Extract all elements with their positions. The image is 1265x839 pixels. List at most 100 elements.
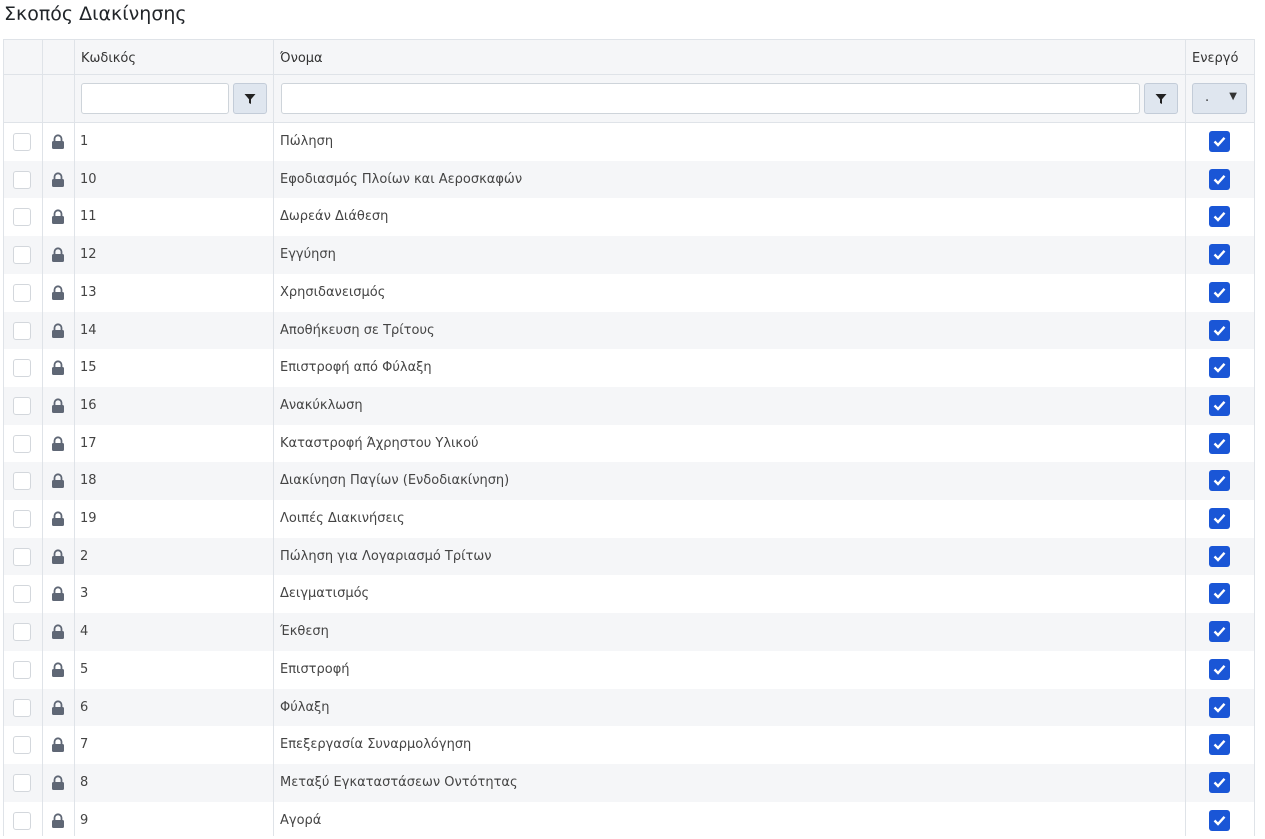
active-filter-select[interactable]: . ▼ <box>1192 83 1247 114</box>
cell-code[interactable]: 9 <box>80 813 88 828</box>
row-select-checkbox[interactable] <box>13 434 31 453</box>
cell-code[interactable]: 8 <box>80 775 88 790</box>
cell-name[interactable]: Δωρεάν Διάθεση <box>280 209 388 224</box>
active-checkbox[interactable] <box>1209 696 1230 718</box>
table-row[interactable]: 17 Καταστροφή Άχρηστου Υλικού <box>3 425 1254 463</box>
table-row[interactable]: 6 Φύλαξη <box>3 688 1254 727</box>
row-select-checkbox[interactable] <box>13 133 31 151</box>
table-row[interactable]: 14 Αποθήκευση σε Τρίτους <box>3 311 1254 350</box>
cell-name[interactable]: Φύλαξη <box>280 700 330 715</box>
column-header-name[interactable]: Όνομα <box>280 51 323 66</box>
row-select-checkbox[interactable] <box>13 283 31 302</box>
row-select-checkbox[interactable] <box>13 246 31 265</box>
cell-code[interactable]: 17 <box>80 436 97 451</box>
active-checkbox[interactable] <box>1209 545 1230 567</box>
table-row[interactable]: 15 Επιστροφή από Φύλαξη <box>3 349 1254 387</box>
row-select-checkbox[interactable] <box>13 472 31 491</box>
table-row[interactable]: 10 Εφοδιασμός Πλοίων και Αεροσκαφών <box>3 160 1254 199</box>
table-row[interactable]: 4 Έκθεση <box>3 613 1254 651</box>
table-row[interactable]: 18 Διακίνηση Παγίων (Ενδοδιακίνηση) <box>3 462 1254 500</box>
row-select-checkbox[interactable] <box>13 736 31 755</box>
row-select-checkbox[interactable] <box>13 321 31 340</box>
row-select-checkbox[interactable] <box>13 623 31 642</box>
cell-code[interactable]: 15 <box>80 360 97 375</box>
table-row[interactable]: 7 Επεξεργασία Συναρμολόγηση <box>3 726 1254 764</box>
cell-name[interactable]: Επεξεργασία Συναρμολόγηση <box>280 737 471 752</box>
active-checkbox[interactable] <box>1209 470 1230 492</box>
row-select-checkbox[interactable] <box>13 660 31 679</box>
cell-name[interactable]: Επιστροφή <box>280 662 350 677</box>
cell-code[interactable]: 2 <box>80 549 88 564</box>
cell-name[interactable]: Μεταξύ Εγκαταστάσεων Οντότητας <box>280 775 518 790</box>
row-select-checkbox[interactable] <box>13 170 31 189</box>
cell-code[interactable]: 16 <box>80 398 97 413</box>
cell-name[interactable]: Επιστροφή από Φύλαξη <box>280 360 432 375</box>
row-select-checkbox[interactable] <box>13 773 31 792</box>
table-row[interactable]: 3 Δειγματισμός <box>3 575 1254 613</box>
cell-code[interactable]: 11 <box>80 209 97 224</box>
cell-code[interactable]: 3 <box>80 586 88 601</box>
cell-code[interactable]: 14 <box>80 323 97 338</box>
active-checkbox[interactable] <box>1209 734 1230 756</box>
cell-code[interactable]: 10 <box>80 172 97 187</box>
cell-name[interactable]: Αποθήκευση σε Τρίτους <box>280 323 435 338</box>
active-checkbox[interactable] <box>1209 281 1230 303</box>
cell-name[interactable]: Ανακύκλωση <box>280 398 363 413</box>
code-filter-button[interactable] <box>233 83 267 114</box>
cell-name[interactable]: Αγορά <box>280 813 321 828</box>
row-select-checkbox[interactable] <box>13 208 31 227</box>
cell-name[interactable]: Έκθεση <box>280 624 329 639</box>
active-checkbox[interactable] <box>1209 583 1230 605</box>
active-checkbox[interactable] <box>1209 206 1230 228</box>
table-row[interactable]: 13 Χρησιδανεισμός <box>3 274 1254 312</box>
column-header-code[interactable]: Κωδικός <box>81 51 136 66</box>
active-checkbox[interactable] <box>1209 508 1230 529</box>
active-checkbox[interactable] <box>1209 658 1230 680</box>
table-row[interactable]: 11 Δωρεάν Διάθεση <box>3 198 1254 236</box>
cell-code[interactable]: 7 <box>80 737 88 752</box>
cell-name[interactable]: Λοιπές Διακινήσεις <box>280 511 405 526</box>
table-row[interactable]: 16 Ανακύκλωση <box>3 386 1254 425</box>
cell-name[interactable]: Πώληση για Λογαριασμό Τρίτων <box>280 549 492 564</box>
cell-code[interactable]: 4 <box>80 624 88 639</box>
table-row[interactable]: 9 Αγορά <box>3 802 1254 839</box>
table-row[interactable]: 1 Πώληση <box>3 123 1254 161</box>
active-checkbox[interactable] <box>1209 771 1230 793</box>
active-checkbox[interactable] <box>1209 168 1230 190</box>
cell-name[interactable]: Εφοδιασμός Πλοίων και Αεροσκαφών <box>280 172 522 187</box>
cell-name[interactable]: Πώληση <box>280 134 333 149</box>
row-select-checkbox[interactable] <box>13 547 31 566</box>
row-select-checkbox[interactable] <box>13 510 31 528</box>
active-checkbox[interactable] <box>1209 621 1230 643</box>
row-select-checkbox[interactable] <box>13 359 31 378</box>
row-select-checkbox[interactable] <box>13 698 31 717</box>
active-checkbox[interactable] <box>1209 319 1230 341</box>
active-checkbox[interactable] <box>1209 244 1230 266</box>
column-header-active[interactable]: Ενεργό <box>1192 51 1238 66</box>
cell-code[interactable]: 5 <box>80 662 88 677</box>
table-row[interactable]: 5 Επιστροφή <box>3 651 1254 689</box>
cell-name[interactable]: Δειγματισμός <box>280 586 369 601</box>
cell-name[interactable]: Καταστροφή Άχρηστου Υλικού <box>280 436 479 451</box>
code-filter-input[interactable] <box>81 83 229 114</box>
active-checkbox[interactable] <box>1209 809 1230 831</box>
cell-code[interactable]: 19 <box>80 511 97 526</box>
active-checkbox[interactable] <box>1209 394 1230 416</box>
cell-code[interactable]: 12 <box>80 247 97 262</box>
active-checkbox[interactable] <box>1209 432 1230 454</box>
active-checkbox[interactable] <box>1209 131 1230 152</box>
name-filter-button[interactable] <box>1144 83 1178 114</box>
cell-name[interactable]: Διακίνηση Παγίων (Ενδοδιακίνηση) <box>280 473 509 488</box>
cell-code[interactable]: 13 <box>80 285 97 300</box>
row-select-checkbox[interactable] <box>13 585 31 604</box>
row-select-checkbox[interactable] <box>13 396 31 415</box>
table-row[interactable]: 8 Μεταξύ Εγκαταστάσεων Οντότητας <box>3 763 1254 802</box>
cell-name[interactable]: Εγγύηση <box>280 247 336 262</box>
cell-code[interactable]: 18 <box>80 473 97 488</box>
cell-code[interactable]: 1 <box>80 134 88 149</box>
row-select-checkbox[interactable] <box>13 811 31 830</box>
table-row[interactable]: 19 Λοιπές Διακινήσεις <box>3 500 1254 538</box>
name-filter-input[interactable] <box>281 83 1140 114</box>
active-checkbox[interactable] <box>1209 357 1230 379</box>
cell-name[interactable]: Χρησιδανεισμός <box>280 285 385 300</box>
